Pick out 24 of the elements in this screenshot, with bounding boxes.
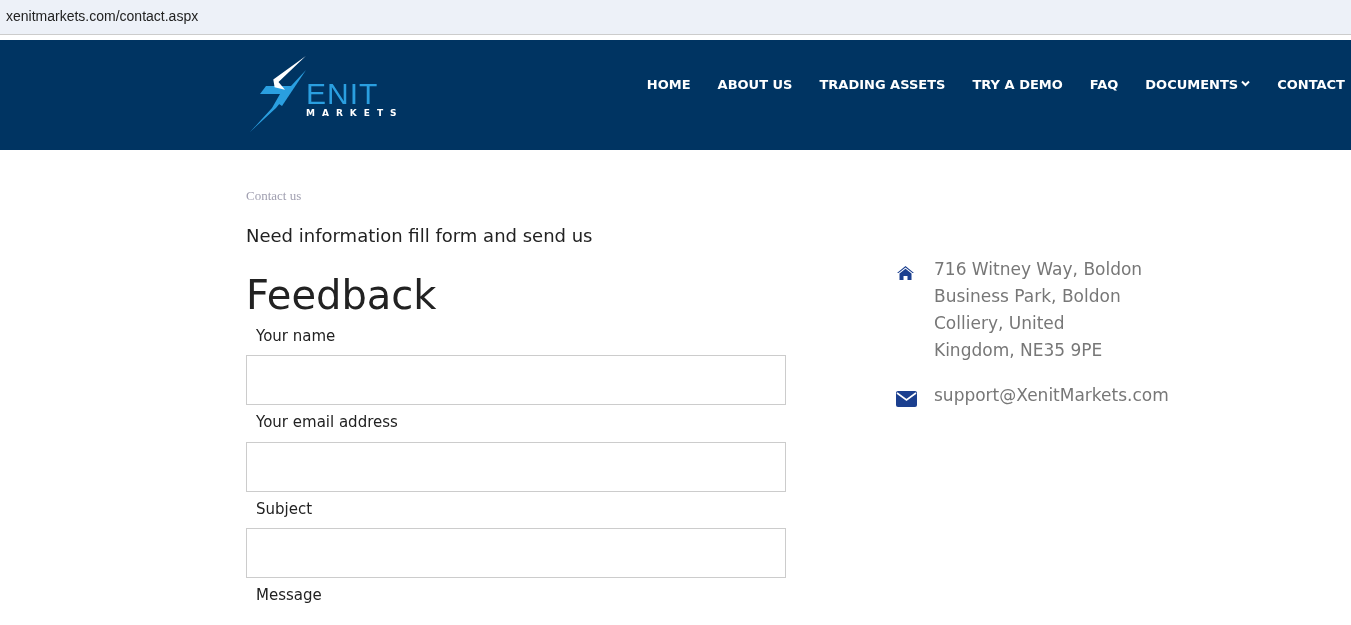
- nav-link[interactable]: TRADING ASSETS: [819, 75, 946, 95]
- home-icon: [896, 264, 915, 281]
- nav-link[interactable]: HOME: [646, 75, 691, 95]
- nav-link[interactable]: ABOUT US: [717, 75, 793, 95]
- nav-link[interactable]: TRY A DEMO: [972, 75, 1063, 95]
- field-label: Subject: [255, 498, 314, 520]
- field-label: Your name: [255, 325, 337, 347]
- input-field[interactable]: [246, 528, 786, 578]
- field-label: Message: [255, 585, 323, 606]
- envelope-icon: [896, 390, 917, 407]
- intro-text: Need information fill form and send us: [246, 223, 594, 248]
- address-bar[interactable]: xenitmarkets.com/contact.aspx: [0, 0, 1351, 35]
- address-text: 716 Witney Way, Boldon Business Park, Boldon Colliery, United Kingdom, NE35 9PE: [934, 258, 1144, 362]
- field-label: Your email address: [255, 412, 399, 433]
- nav-link[interactable]: DOCUMENTS: [1145, 75, 1251, 95]
- form-title: Feedback: [246, 270, 438, 320]
- input-field[interactable]: [246, 441, 786, 492]
- logo-wordmark: ENIT: [306, 79, 379, 109]
- nav-link[interactable]: FAQ: [1089, 75, 1119, 95]
- logo-tagline: MARKETS: [306, 109, 404, 118]
- nav-link[interactable]: CONTACT: [1277, 75, 1345, 95]
- email-link[interactable]: support@XenitMarkets.com: [934, 382, 1169, 409]
- breadcrumb: Contact us: [246, 187, 303, 205]
- input-field[interactable]: [246, 355, 786, 405]
